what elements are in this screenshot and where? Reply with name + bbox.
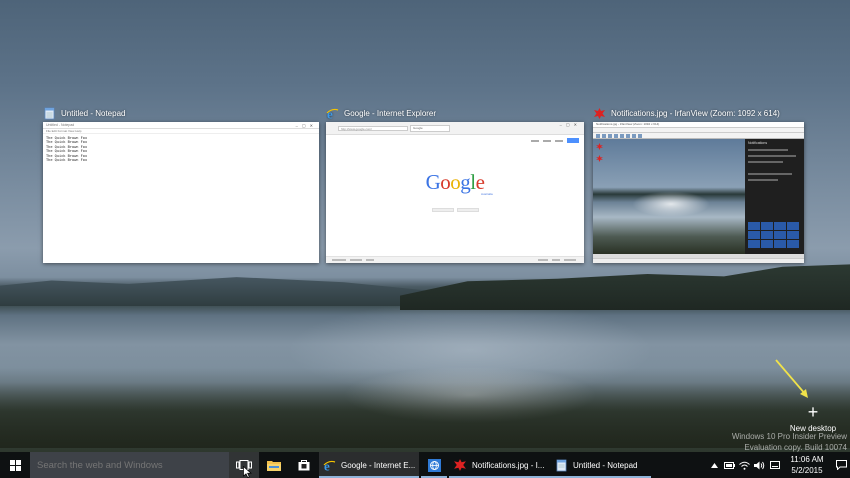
power-button[interactable] <box>722 452 737 478</box>
taskbar-app-label: Notifications.jpg - I... <box>472 460 545 470</box>
clock[interactable]: 11:06 AM 5/2/2015 <box>782 454 832 476</box>
google-region-label: Australia <box>481 192 493 196</box>
window-title-bar: Notifications.jpg - IrfanView (Zoom: 109… <box>593 105 780 121</box>
text-line: The Quick Brown Fox <box>46 158 88 163</box>
taskbar-app-label: Google - Internet E... <box>341 460 416 470</box>
windows-logo-icon <box>9 459 21 471</box>
notification-icon <box>835 460 847 470</box>
chevron-up-icon <box>711 462 718 468</box>
mouse-cursor-icon <box>243 466 252 478</box>
window-title: Untitled - Notepad <box>61 108 126 118</box>
task-view-window-internet-explorer[interactable]: e Google - Internet Explorer http://www.… <box>326 106 584 263</box>
system-tray: 11:06 AM 5/2/2015 <box>707 452 850 478</box>
google-top-links <box>531 138 579 143</box>
ie-toolbar: http://www.google.com/ Google –▢✕ <box>326 122 584 135</box>
notepad-icon <box>556 459 567 471</box>
wifi-icon <box>739 461 750 470</box>
irfanview-titlebar: Notifications.jpg - IrfanView (Zoom: 109… <box>593 122 804 128</box>
irfanview-icon <box>454 459 466 471</box>
ie-address-bar: http://www.google.com/ <box>338 126 408 131</box>
taskbar-app-internet-explorer[interactable]: e Google - Internet E... <box>319 452 419 478</box>
notepad-titlebar: Untitled - Notepad –▢✕ <box>43 122 319 129</box>
google-logo: Google <box>425 170 485 194</box>
notepad-text-area: The Quick Brown Fox The Quick Brown Fox … <box>43 134 319 164</box>
watermark-line: Windows 10 Pro Insider Preview <box>731 432 847 441</box>
quick-action-tiles <box>748 222 799 248</box>
globe-icon <box>427 458 441 472</box>
start-button[interactable] <box>0 452 30 478</box>
speaker-icon <box>754 461 765 469</box>
notepad-titlebar-text: Untitled - Notepad <box>46 123 75 127</box>
irfanview-icon <box>593 107 606 120</box>
desktop-icon <box>596 155 603 162</box>
window-title-bar: Untitled - Notepad <box>43 105 125 121</box>
action-center-panel: Notifications <box>745 139 804 254</box>
window-controls: –▢✕ <box>559 122 581 127</box>
taskbar-app-label: Untitled - Notepad <box>573 460 638 470</box>
svg-text:e: e <box>324 459 330 472</box>
taskbar-globe-app-button[interactable] <box>419 452 449 478</box>
window-thumbnail[interactable]: Untitled - Notepad –▢✕ File Edit Format … <box>43 122 319 263</box>
svg-text:e: e <box>327 107 333 120</box>
store-button[interactable] <box>289 452 319 478</box>
taskbar: e Google - Internet E... Notifications.j… <box>0 452 850 478</box>
taskbar-app-notepad[interactable]: Untitled - Notepad <box>551 452 651 478</box>
task-view-window-notepad[interactable]: Untitled - Notepad Untitled - Notepad –▢… <box>43 107 319 263</box>
evaluation-watermark: Windows 10 Pro Insider Preview Evaluatio… <box>732 431 847 453</box>
show-hidden-icons-button[interactable] <box>707 452 722 478</box>
search-box[interactable] <box>30 452 229 478</box>
ie-tab: Google <box>410 125 450 132</box>
desktop-icon <box>596 143 603 150</box>
clock-date: 5/2/2015 <box>791 466 823 475</box>
google-search-buttons <box>432 208 479 212</box>
keyboard-icon <box>769 461 780 469</box>
new-desktop-button[interactable]: + New desktop <box>786 402 840 433</box>
battery-icon <box>724 461 735 469</box>
window-title: Google - Internet Explorer <box>344 108 437 118</box>
google-search-box <box>386 198 524 205</box>
search-input[interactable] <box>37 459 229 471</box>
window-thumbnail[interactable]: http://www.google.com/ Google –▢✕ Google… <box>326 122 584 263</box>
volume-button[interactable] <box>752 452 767 478</box>
action-center-header: Notifications <box>748 141 768 145</box>
window-thumbnail[interactable]: Notifications.jpg - IrfanView (Zoom: 109… <box>593 122 804 263</box>
notifications-button[interactable] <box>832 452 850 478</box>
window-title-bar: e Google - Internet Explorer <box>326 105 436 121</box>
internet-explorer-icon: e <box>323 459 336 472</box>
window-title: Notifications.jpg - IrfanView (Zoom: 109… <box>611 108 780 118</box>
internet-explorer-icon: e <box>326 106 339 121</box>
network-button[interactable] <box>737 452 752 478</box>
google-footer <box>326 256 584 263</box>
annotation-arrow <box>775 359 808 398</box>
file-explorer-button[interactable] <box>259 452 289 478</box>
irfanview-status-bar <box>593 258 804 263</box>
folder-icon <box>267 461 281 471</box>
notepad-icon <box>43 107 56 120</box>
store-icon <box>298 460 310 471</box>
task-view-window-irfanview[interactable]: Notifications.jpg - IrfanView (Zoom: 109… <box>593 107 804 263</box>
taskbar-app-irfanview[interactable]: Notifications.jpg - I... <box>449 452 551 478</box>
wallpaper-foreground <box>0 368 850 448</box>
clock-time: 11:06 AM <box>790 455 824 464</box>
window-controls: –▢✕ <box>295 123 317 128</box>
plus-icon: + <box>807 402 819 422</box>
input-indicator-button[interactable] <box>767 452 782 478</box>
